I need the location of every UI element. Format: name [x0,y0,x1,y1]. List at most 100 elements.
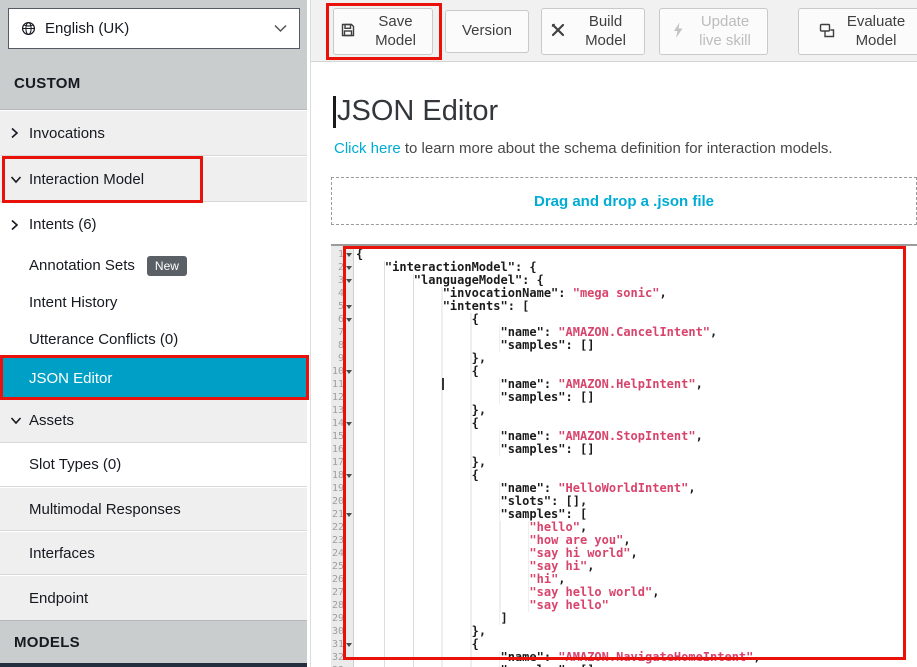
gutter-line: 19 [331,482,353,495]
fold-arrow-icon[interactable] [344,274,353,287]
code-line: "hello", [356,521,917,534]
update-live-skill-button[interactable]: Update live skill [659,8,768,55]
sidebar-section-custom: CUSTOM [14,75,81,92]
gutter-line: 6 [331,313,353,326]
gutter-line: 11 [331,378,353,391]
gutter-line: 12 [331,391,353,404]
code-line: "say hi", [356,560,917,573]
code-line: "name": "HelloWorldIntent", [356,482,917,495]
code-line: }, [356,404,917,417]
gutter-line: 13 [331,404,353,417]
fold-arrow-icon[interactable] [344,469,353,482]
json-dropzone[interactable]: Drag and drop a .json file [331,177,917,225]
app-window: English (UK) CUSTOM Invocations Interact… [0,0,917,667]
sidebar-item-annotation-sets[interactable]: Annotation Sets New [0,247,307,284]
gutter-line: 29 [331,612,353,625]
code-line: }, [356,352,917,365]
fold-arrow-icon[interactable] [344,638,353,651]
gutter-line: 3 [331,274,353,287]
globe-icon [21,21,36,36]
gutter-line: 22 [331,521,353,534]
code-line: "name": "AMAZON.NavigateHomeIntent", [356,651,917,664]
new-badge: New [147,256,187,276]
gutter-line: 31 [331,638,353,651]
fold-arrow-icon[interactable] [344,261,353,274]
gutter-line: 18 [331,469,353,482]
lightning-bolt-icon [671,22,685,42]
sidebar-item-slot-types[interactable]: Slot Types (0) [0,443,307,487]
code-line: "name": "AMAZON.CancelIntent", [356,326,917,339]
code-line: "say hi world", [356,547,917,560]
crossed-tools-icon [550,22,566,41]
sidebar: English (UK) CUSTOM Invocations Interact… [0,0,307,667]
chevron-down-icon [274,20,287,38]
json-code-editor[interactable]: 1234567891011121314151617181920212223242… [331,244,917,667]
evaluate-model-button[interactable]: Evaluate Model [798,8,917,55]
code-line: "name": "AMAZON.HelpIntent", [356,378,917,391]
sidebar-item-utterance-conflicts[interactable]: Utterance Conflicts (0) [0,321,307,358]
click-here-link[interactable]: Click here [334,140,401,157]
gutter-line: 21 [331,508,353,521]
gutter-line: 14 [331,417,353,430]
code-line: "samples": [ [356,508,917,521]
floppy-disk-icon [340,22,356,41]
language-selector[interactable]: English (UK) [8,8,300,49]
sidebar-item-json-editor[interactable]: JSON Editor [0,358,307,399]
sidebar-item-assets[interactable]: Assets [0,399,307,443]
gutter-line: 24 [331,547,353,560]
gutter-line: 25 [331,560,353,573]
sidebar-item-interaction-model[interactable]: Interaction Model [0,157,307,202]
gutter-line: 8 [331,339,353,352]
subtitle: Click here to learn more about the schem… [334,140,833,157]
gutter-line: 2 [331,261,353,274]
fold-arrow-icon[interactable] [344,508,353,521]
sidebar-section-models: MODELS [14,634,80,651]
sidebar-item-interfaces[interactable]: Interfaces [0,532,307,575]
chat-bubbles-icon [819,23,836,41]
code-line: "invocationName": "mega sonic", [356,287,917,300]
fold-arrow-icon[interactable] [344,300,353,313]
code-line: "intents": [ [356,300,917,313]
code-line: "say hello" [356,599,917,612]
sidebar-item-intents[interactable]: Intents (6) [0,202,307,247]
chevron-down-icon [10,175,29,184]
sidebar-item-intent-history[interactable]: Intent History [0,284,307,321]
gutter-line: 26 [331,573,353,586]
editor-gutter: 1234567891011121314151617181920212223242… [331,246,354,667]
language-selector-value: English (UK) [45,20,274,37]
code-line: "slots": [], [356,495,917,508]
sidebar-item-multimodal-responses[interactable]: Multimodal Responses [0,488,307,531]
gutter-line: 17 [331,456,353,469]
sidebar-item-invocations[interactable]: Invocations [0,111,307,156]
fold-arrow-icon[interactable] [344,248,353,261]
gutter-line: 9 [331,352,353,365]
gutter-line: 7 [331,326,353,339]
code-line: "name": "AMAZON.StopIntent", [356,430,917,443]
gutter-line: 30 [331,625,353,638]
code-line: }, [356,456,917,469]
gutter-line: 10 [331,365,353,378]
fold-arrow-icon[interactable] [344,365,353,378]
sidebar-item-endpoint[interactable]: Endpoint [0,576,307,620]
fold-arrow-icon[interactable] [344,417,353,430]
page-title: JSON Editor [333,95,498,128]
gutter-line: 1 [331,248,353,261]
chevron-down-icon [10,416,29,425]
gutter-line: 15 [331,430,353,443]
save-model-button[interactable]: Save Model [333,8,433,55]
main-content: Save Model Version Build Model Update li… [310,0,917,667]
chevron-right-icon [10,127,29,139]
code-line: "samples": [] [356,339,917,352]
gutter-line: 5 [331,300,353,313]
code-line: ] [356,612,917,625]
build-model-button[interactable]: Build Model [541,8,645,55]
gutter-line: 23 [331,534,353,547]
code-line: "say hello world", [356,586,917,599]
gutter-line: 32 [331,651,353,664]
code-line: "samples": [] [356,391,917,404]
fold-arrow-icon[interactable] [344,313,353,326]
dropzone-label: Drag and drop a .json file [534,193,714,210]
editor-code[interactable]: {"interactionModel": {"languageModel": {… [354,246,917,667]
gutter-line: 27 [331,586,353,599]
version-button[interactable]: Version [445,10,529,53]
